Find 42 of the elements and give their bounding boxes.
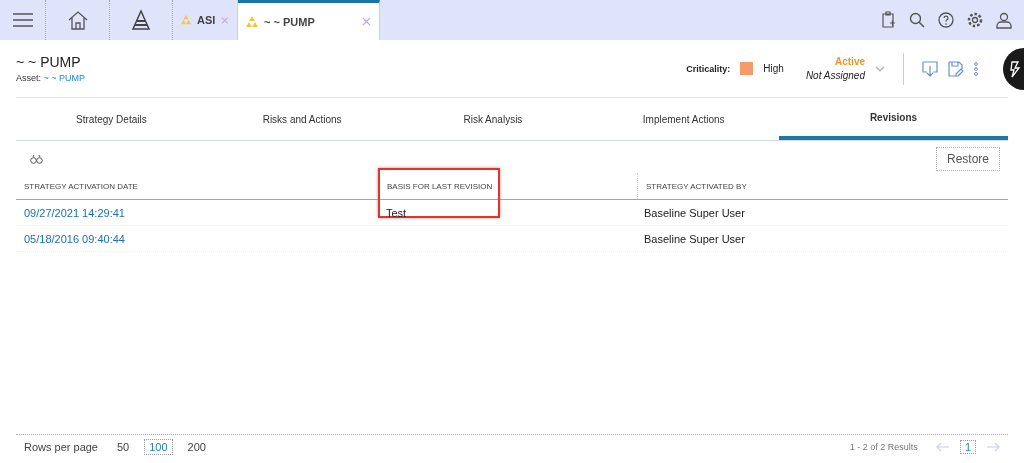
clipboard-icon[interactable] — [880, 11, 896, 29]
warning-icon — [246, 15, 258, 28]
more-icon[interactable] — [974, 61, 978, 76]
table-cell: Baseline Super User — [644, 232, 745, 245]
column-header: STRATEGY ACTIVATION DATE — [23, 180, 139, 193]
criticality-swatch — [740, 62, 754, 75]
column-header: BASIS FOR LAST REVISION — [378, 173, 637, 199]
search-icon[interactable] — [909, 12, 925, 28]
rows-per-page-label: Rows per page — [24, 441, 98, 453]
asset-link[interactable]: ~ ~ PUMP — [43, 73, 86, 83]
user-icon[interactable] — [996, 11, 1012, 29]
results-count: 1 - 2 of 2 Results — [849, 442, 918, 452]
document-tab[interactable]: ~ ~ PUMP — [238, 0, 380, 40]
edit-save-icon[interactable] — [948, 60, 964, 77]
date-link[interactable]: 05/18/2016 09:40:44 — [24, 232, 125, 245]
binoculars-icon[interactable] — [30, 154, 43, 164]
section-tab[interactable]: Strategy Details — [16, 98, 207, 140]
page-number[interactable]: 1 — [959, 440, 976, 454]
restore-button[interactable]: Restore — [935, 147, 1000, 171]
home-icon[interactable] — [66, 9, 89, 31]
date-link[interactable]: 09/27/2021 14:29:41 — [24, 206, 125, 219]
page-size-option[interactable]: 100 — [144, 439, 173, 455]
table-cell: Baseline Super User — [644, 206, 745, 219]
table-cell: Test — [386, 206, 407, 219]
column-header: STRATEGY ACTIVATED BY — [637, 173, 1008, 199]
assignment-text: Not Assigned — [805, 70, 865, 81]
section-tab[interactable]: Implement Actions — [588, 98, 780, 140]
status-text: Active — [835, 56, 865, 67]
section-tab[interactable]: Risk Analysis — [397, 98, 589, 140]
chevron-down-icon[interactable] — [875, 65, 885, 72]
help-icon[interactable] — [938, 12, 954, 28]
settings-icon[interactable] — [967, 12, 983, 28]
section-tab[interactable]: Risks and Actions — [206, 98, 398, 140]
criticality-label: Criticality: — [686, 63, 731, 74]
pyramid-icon[interactable] — [130, 9, 152, 31]
criticality-value: High — [763, 63, 784, 74]
asset-title: ~ ~ PUMP — [16, 54, 82, 70]
asset-label: Asset: — [16, 73, 41, 83]
download-icon[interactable] — [922, 60, 938, 77]
warning-icon — [181, 14, 192, 26]
section-tab[interactable]: Revisions — [779, 98, 1008, 140]
menu-icon[interactable] — [11, 13, 34, 27]
